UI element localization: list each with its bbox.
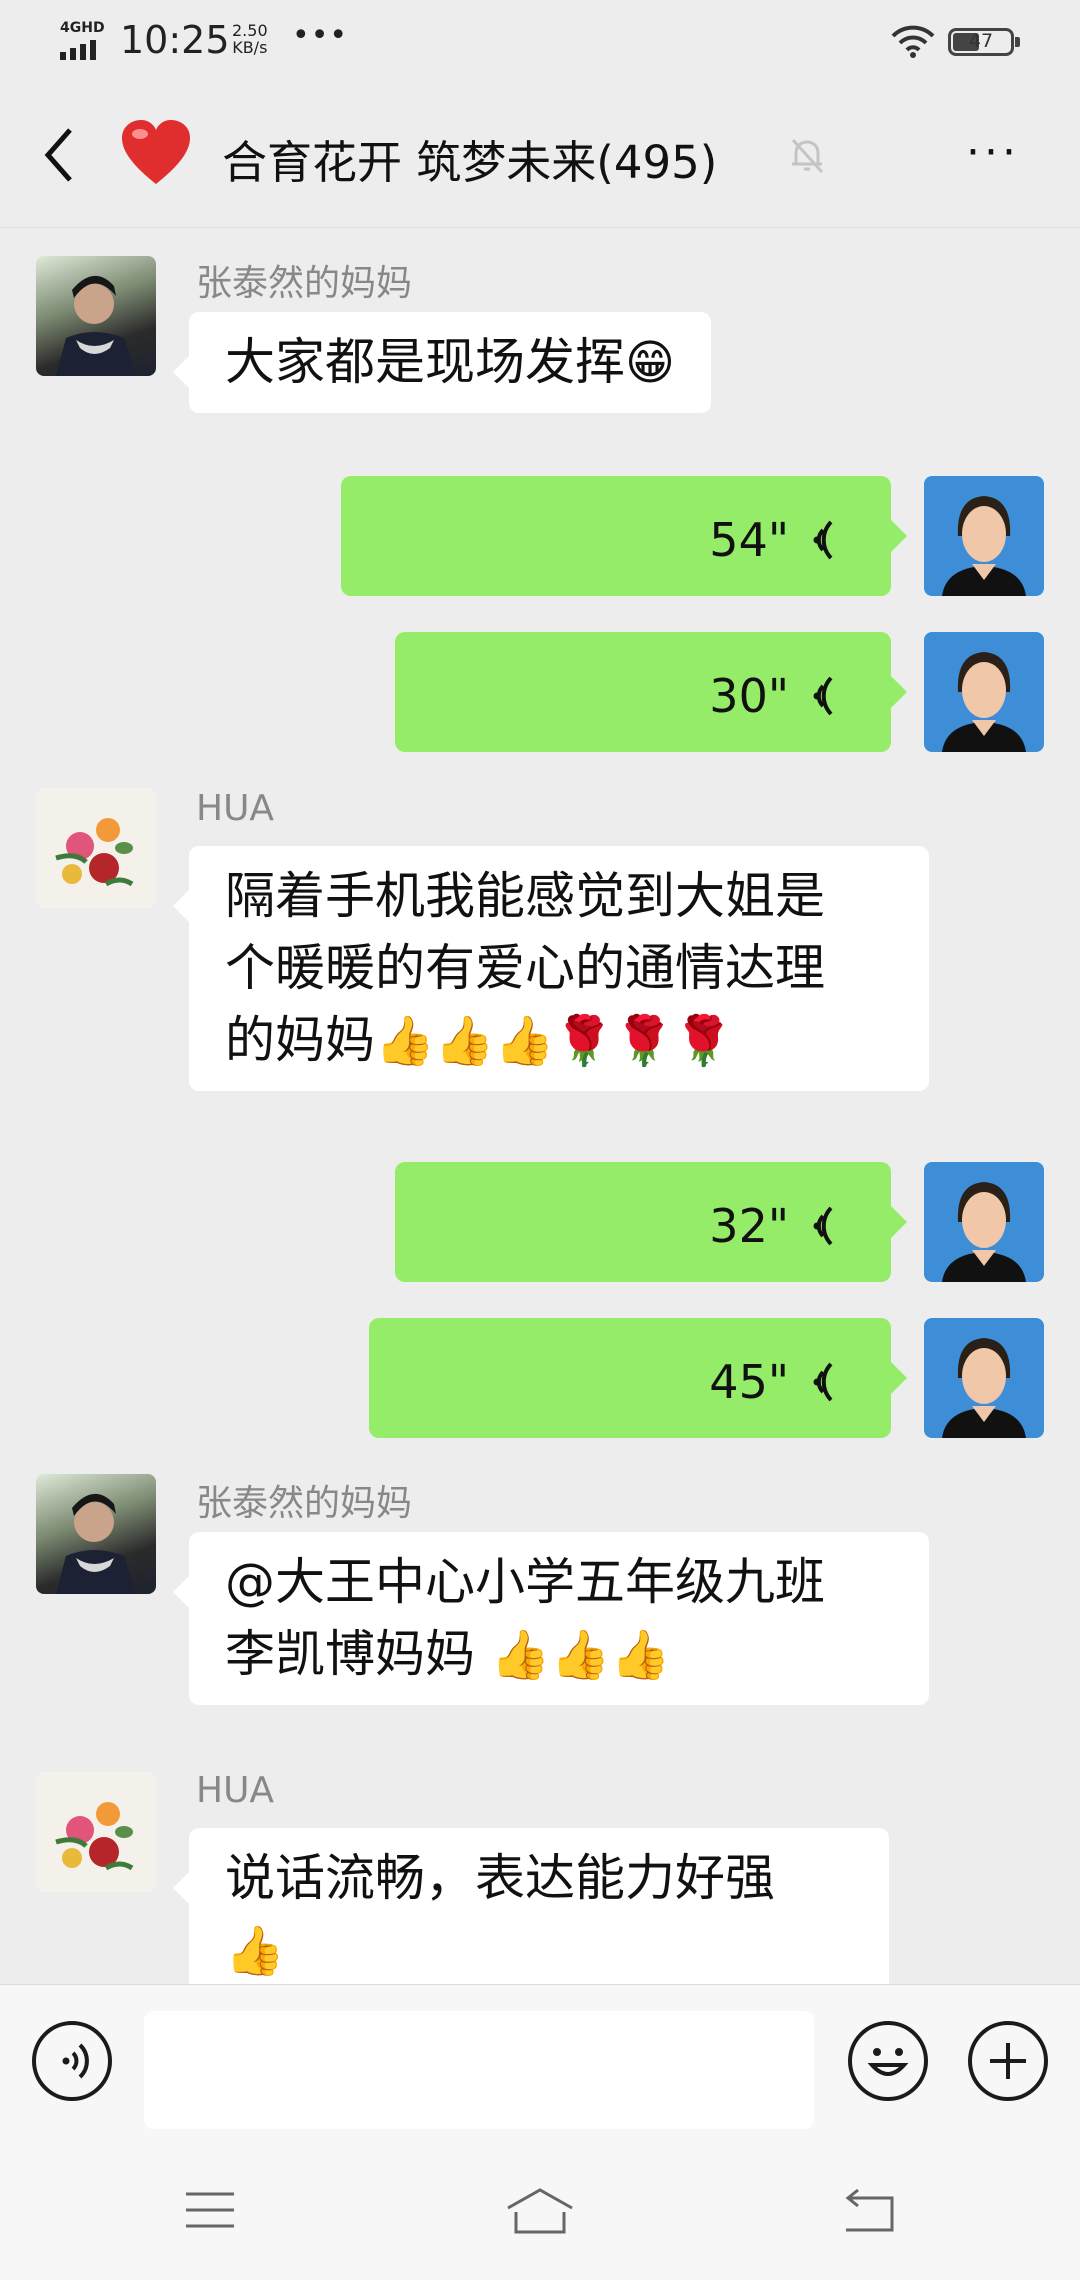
voice-duration: 32" [709,1199,789,1253]
smile-icon [867,2048,909,2076]
plus-icon [990,2043,1026,2079]
voice-message-bubble[interactable]: 54" [341,476,907,596]
grin-emoji-icon: 😁 [625,335,676,391]
more-functions-button[interactable] [968,2021,1048,2101]
avatar[interactable] [36,788,156,908]
emoji-button[interactable] [848,2021,928,2101]
voice-duration: 54" [709,513,789,567]
message-input[interactable] [144,2011,814,2129]
thumbs-up-rose-emoji-icon: 👍👍👍🌹🌹🌹 [375,1013,734,1069]
avatar[interactable] [36,1772,156,1892]
network-speed: 2.50 KB/s [232,21,268,57]
avatar-self[interactable] [924,1318,1044,1438]
message-text-line: 的妈妈 [225,1011,375,1069]
message-bubble[interactable]: 隔着手机我能感觉到大姐是 个暖暖的有爱心的通情达理 的妈妈👍👍👍🌹🌹🌹 [173,846,929,1091]
message-text: 大家都是现场发挥 [225,333,625,391]
message-bubble[interactable]: 大家都是现场发挥😁 [172,312,712,413]
avatar[interactable] [36,1474,156,1594]
message-text-line: 隔着手机我能感觉到大姐是 [225,867,825,925]
heart-icon [122,120,190,184]
sender-name: 张泰然的妈妈 [196,263,413,304]
avatar[interactable] [36,256,156,376]
message-text-line: 个暖暖的有爱心的通情达理 [225,939,825,997]
sender-name: HUA [196,788,275,829]
voice-duration: 45" [709,1355,789,1409]
avatar-self[interactable] [924,632,1044,752]
voice-input-button[interactable] [32,2021,112,2101]
message-list: 张泰然的妈妈 大家都是现场发挥😁 54" 30" HUA 隔着手机我能感觉到大姐… [0,228,1080,1984]
voice-message-bubble[interactable]: 30" [395,632,907,752]
battery-level: 47 [968,30,994,52]
message-bubble[interactable]: @大王中心小学五年级九班 李凯博妈妈 👍👍👍 [173,1532,929,1705]
message-text-line: @大王中心小学五年级九班 [225,1553,825,1611]
sender-name: HUA [196,1770,275,1811]
system-nav-bar [0,2136,1080,2280]
menu-icon[interactable] [184,2190,236,2230]
status-more-icon: ••• [292,18,349,53]
voice-icon [62,2043,89,2079]
back-nav-icon[interactable] [840,2188,896,2234]
message-bubble[interactable]: 说话流畅，表达能力好强 👍 [173,1828,889,1984]
avatar-self[interactable] [924,476,1044,596]
status-time: 10:25 [120,18,230,62]
cellular-signal-icon: 4GHD [58,20,105,60]
voice-wave-icon [813,1206,833,1246]
input-bar [0,1984,1080,2136]
network-type: 4GHD [60,20,105,36]
sender-name: 张泰然的妈妈 [196,1483,413,1524]
thumbs-up-emoji-icon: 👍 [225,1923,285,1979]
status-bar: 4GHD 10:25 2.50 KB/s ••• 47 [0,0,1080,82]
home-icon[interactable] [504,2186,576,2236]
chat-header: 合育花开 筑梦未来(495) ··· [0,82,1080,228]
battery-icon: 47 [948,28,1020,56]
voice-message-bubble[interactable]: 32" [395,1162,907,1282]
thumbs-up-emoji-icon: 👍👍👍 [490,1627,671,1683]
voice-wave-icon [813,1362,833,1402]
voice-message-bubble[interactable]: 45" [369,1318,907,1438]
voice-wave-icon [813,520,833,560]
wifi-icon [891,25,935,58]
avatar-self[interactable] [924,1162,1044,1282]
message-text-line: 李凯博妈妈 [225,1625,475,1683]
back-icon[interactable] [36,120,86,190]
more-options-icon[interactable]: ··· [966,131,1020,175]
voice-duration: 30" [709,669,789,723]
voice-wave-icon [813,676,833,716]
mute-bell-icon [791,138,824,174]
message-text-line: 说话流畅，表达能力好强 [225,1849,775,1907]
chat-title: 合育花开 筑梦未来(495) [222,136,718,189]
